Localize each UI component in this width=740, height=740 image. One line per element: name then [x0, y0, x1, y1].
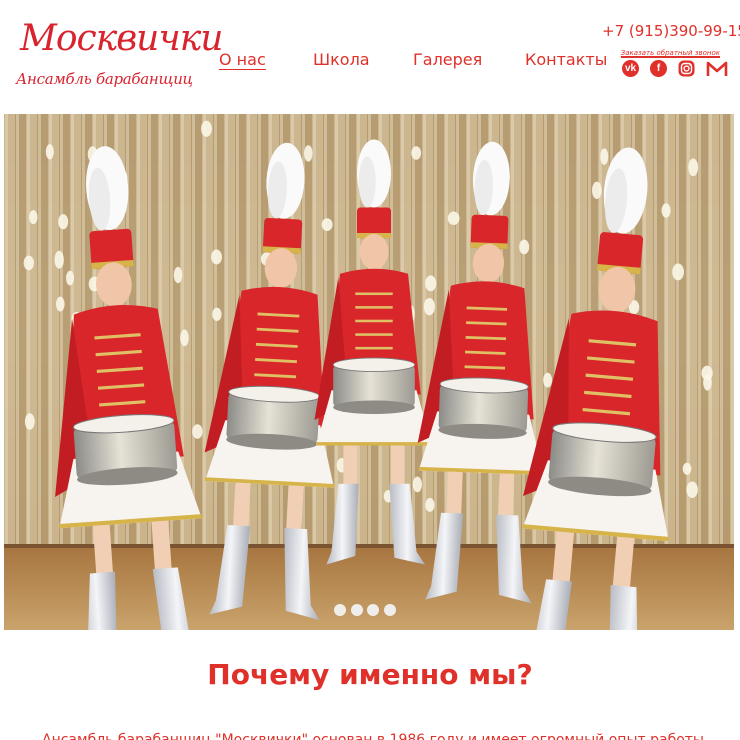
hero-image [4, 114, 734, 630]
mail-icon[interactable] [706, 60, 728, 77]
logo-title: Москвички [20, 18, 223, 59]
nav-item-school[interactable]: Школа [313, 50, 370, 69]
section-title: Почему именно мы? [207, 658, 533, 691]
site-header: Москвички Ансамбль барабанщиц О нас Школ… [0, 0, 740, 112]
slider-dot[interactable] [351, 604, 363, 616]
hero-slider[interactable] [4, 114, 734, 630]
vk-icon[interactable]: vk [622, 60, 639, 77]
phone-number[interactable]: +7 (915)390-99-15 [602, 22, 740, 40]
contact-block: +7 (915)390-99-15 Заказать обратный звон… [602, 22, 740, 59]
site-logo[interactable]: Москвички Ансамбль барабанщиц [14, 14, 223, 100]
slider-dot[interactable] [367, 604, 379, 616]
instagram-icon[interactable] [678, 60, 695, 77]
section-intro: Ансамбль барабанщиц "Москвички" основан … [42, 732, 704, 740]
nav-item-about[interactable]: О нас [219, 50, 266, 70]
slider-dot[interactable] [334, 604, 346, 616]
nav-item-contacts[interactable]: Контакты [525, 50, 607, 69]
facebook-icon[interactable]: f [650, 60, 667, 77]
nav-item-gallery[interactable]: Галерея [413, 50, 482, 69]
slider-dot[interactable] [384, 604, 396, 616]
callback-link[interactable]: Заказать обратный звонок [620, 49, 720, 58]
logo-subtitle: Ансамбль барабанщиц [16, 70, 193, 88]
